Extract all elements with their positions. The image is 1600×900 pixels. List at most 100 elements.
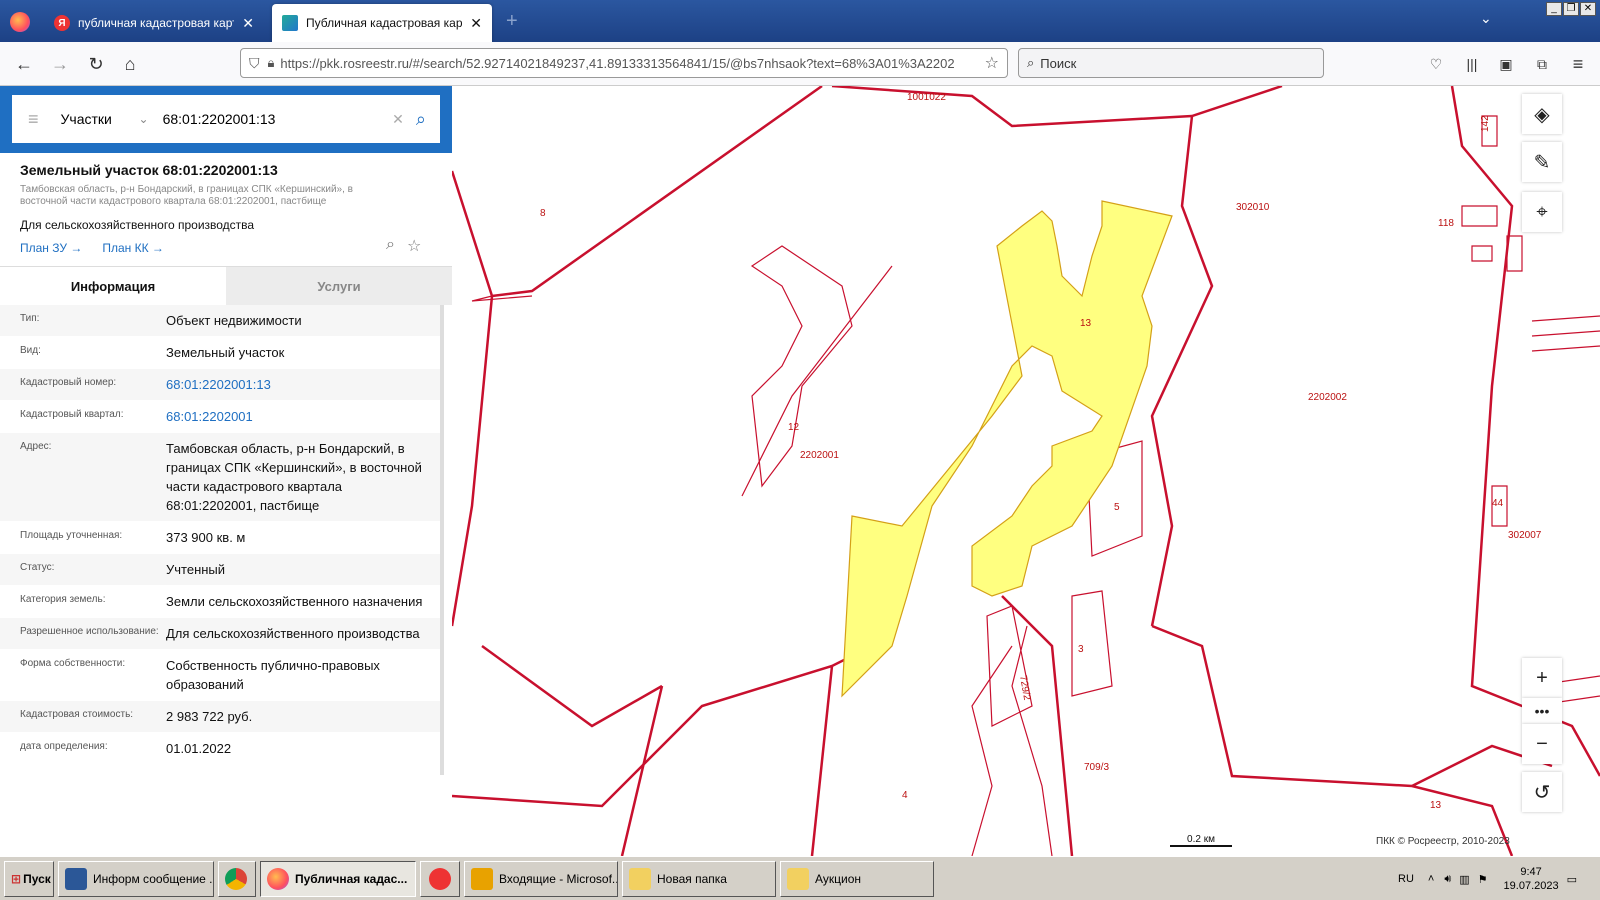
search-icon: ⌕ [1027, 55, 1035, 70]
tab-services[interactable]: Услуги [226, 267, 452, 305]
close-window-button[interactable]: ✕ [1580, 2, 1596, 16]
favorite-star-icon[interactable]: ☆ [407, 236, 421, 256]
windows-logo-icon: ⊞ [11, 871, 22, 886]
info-row: Категория земель: Земли сельскохозяйствен… [0, 586, 440, 618]
pocket-icon[interactable]: ♡ [1424, 52, 1448, 76]
folder-icon [787, 867, 809, 890]
info-panel: ≡ Участки ⌄ 68:01:2202001:13 ✕ ⌕ Земельн… [0, 86, 452, 856]
zoom-out-button[interactable]: − [1522, 724, 1562, 764]
svg-text:5: 5 [1114, 502, 1120, 513]
sidebar-icon[interactable]: ▣ [1494, 52, 1518, 76]
svg-text:13: 13 [1430, 800, 1442, 811]
chevron-down-icon[interactable]: ⌄ [139, 112, 149, 126]
search-input[interactable]: ⌕ Поиск [1018, 48, 1324, 78]
volume-icon[interactable]: 🔊︎ [1444, 873, 1451, 886]
zoom-more-button[interactable]: ••• [1522, 698, 1562, 724]
start-button[interactable]: ⊞ Пуск [4, 860, 54, 897]
show-desktop-icon[interactable]: ▭ [1567, 873, 1577, 886]
info-row: Вид: Земельный участок [0, 337, 440, 369]
taskbar-item-word[interactable]: Информ сообщение ... [58, 860, 214, 897]
home-icon[interactable]: ⌂ [118, 52, 142, 76]
taskbar-item-auction[interactable]: Аукцион [780, 860, 934, 897]
outlook-icon [471, 867, 493, 890]
clock[interactable]: 9:47 19.07.2023 [1504, 865, 1559, 893]
search-icon[interactable]: ⌕ [416, 109, 426, 130]
locate-button[interactable]: ⌖ [1522, 192, 1562, 232]
plan-kk-link[interactable]: План КК → [102, 241, 164, 255]
clock-time: 9:47 [1520, 866, 1542, 878]
tab-list-chevron-icon[interactable]: ⌄ [1480, 10, 1492, 27]
hamburger-menu-icon[interactable]: ≡ [1566, 52, 1590, 76]
info-row: Кадастровый номер: 68:01:2202001:13 [0, 369, 440, 401]
tab-pkk[interactable]: Публичная кадастровая карта ✕ [272, 4, 492, 42]
bookmark-star-icon[interactable]: ☆ [985, 53, 999, 73]
taskbar-item-folder[interactable]: Новая папка [622, 860, 776, 897]
svg-text:12: 12 [788, 422, 800, 433]
restore-button[interactable]: ❐ [1563, 2, 1579, 16]
parcel-title: Земельный участок 68:01:2202001:13 [20, 162, 278, 178]
search-type-select[interactable]: Участки [61, 111, 139, 127]
plan-links: План ЗУ → План КК → [20, 241, 164, 255]
info-row: Кадастровая стоимость: 2 983 722 руб. [0, 701, 440, 733]
taskbar-item-yandex[interactable] [420, 860, 460, 897]
tab-yandex[interactable]: Я публичная кадастровая карта – Я ✕ [44, 4, 264, 42]
info-row: Форма собственности: Собственность публич… [0, 650, 440, 701]
taskbar-item-firefox[interactable]: Публичная кадас... [260, 860, 416, 897]
lock-icon[interactable]: 🔒︎ [268, 55, 275, 71]
info-key: Площадь уточненная: [20, 530, 123, 541]
taskbar-item-outlook[interactable]: Входящие - Microsof... [464, 860, 618, 897]
info-key: Кадастровый номер: [20, 377, 117, 388]
zoom-to-parcel-icon[interactable]: ⌕ [386, 236, 395, 256]
yandex-icon: Я [54, 15, 70, 31]
svg-text:2202002: 2202002 [1308, 392, 1347, 403]
svg-text:3: 3 [1078, 644, 1084, 655]
firefox-menu-icon[interactable] [10, 12, 30, 32]
taskbar-item-chrome[interactable] [218, 860, 256, 897]
measure-button[interactable]: ✎ [1522, 142, 1562, 182]
svg-text:13: 13 [1080, 318, 1092, 329]
close-icon[interactable]: ✕ [470, 15, 482, 32]
svg-text:302007: 302007 [1508, 530, 1542, 541]
svg-text:44: 44 [1492, 498, 1504, 509]
info-value[interactable]: 68:01:2202001 [166, 407, 440, 426]
clear-icon[interactable]: ✕ [392, 111, 404, 128]
shield-icon[interactable]: ⛉ [249, 55, 260, 72]
url-bar[interactable]: ⛉ 🔒︎ https://pkk.rosreestr.ru/#/search/5… [240, 48, 1008, 78]
selected-parcel [841, 200, 1173, 698]
plan-zu-link[interactable]: План ЗУ → [20, 241, 82, 255]
svg-text:729/2: 729/2 [1017, 675, 1032, 702]
extensions-icon[interactable]: ⧉ [1530, 52, 1554, 76]
flag-icon[interactable]: ⚑ [1478, 873, 1488, 886]
parcel-actions: ⌕ ☆ [386, 236, 421, 256]
network-icon[interactable]: ▥ [1459, 873, 1469, 886]
rotate-button[interactable]: ↺ [1522, 772, 1562, 812]
tray-arrow-icon[interactable]: ˄ [1428, 873, 1434, 885]
zoom-in-button[interactable]: + [1522, 658, 1562, 698]
url-text[interactable]: https://pkk.rosreestr.ru/#/search/52.927… [280, 56, 976, 71]
info-key: Форма собственности: [20, 658, 126, 669]
cadastral-search-input[interactable]: 68:01:2202001:13 [163, 111, 393, 127]
svg-text:8: 8 [540, 208, 546, 219]
cadastral-map[interactable]: 1001022 8 302010 13 118 2202002 12 22020… [452, 86, 1600, 856]
info-value: Земельный участок [166, 345, 285, 360]
close-icon[interactable]: ✕ [242, 15, 254, 32]
forward-arrow-icon[interactable]: → [48, 52, 72, 76]
firefox-icon [267, 867, 289, 890]
layers-button[interactable]: ◈ [1522, 94, 1562, 134]
library-icon[interactable]: ||| [1460, 52, 1484, 76]
tab-yandex-title: публичная кадастровая карта – Я [78, 16, 234, 30]
back-arrow-icon[interactable]: ← [12, 52, 36, 76]
panel-tabs: Информация Услуги [0, 266, 452, 305]
language-indicator[interactable]: RU [1398, 873, 1414, 885]
browser-navbar: ← → ↻ ⌂ ⛉ 🔒︎ https://pkk.rosreestr.ru/#/… [0, 42, 1600, 86]
info-value[interactable]: 68:01:2202001:13 [166, 375, 440, 394]
word-icon [65, 867, 87, 890]
info-key: Кадастровая стоимость: [20, 709, 134, 720]
reload-icon[interactable]: ↻ [84, 52, 108, 76]
minimize-button[interactable]: _ [1546, 2, 1562, 16]
new-tab-button[interactable]: + [506, 10, 518, 33]
map-canvas[interactable]: 1001022 8 302010 13 118 2202002 12 22020… [452, 86, 1600, 856]
tab-information[interactable]: Информация [0, 267, 226, 305]
menu-icon[interactable]: ≡ [28, 109, 39, 130]
panel-scrollbar[interactable] [440, 305, 444, 775]
